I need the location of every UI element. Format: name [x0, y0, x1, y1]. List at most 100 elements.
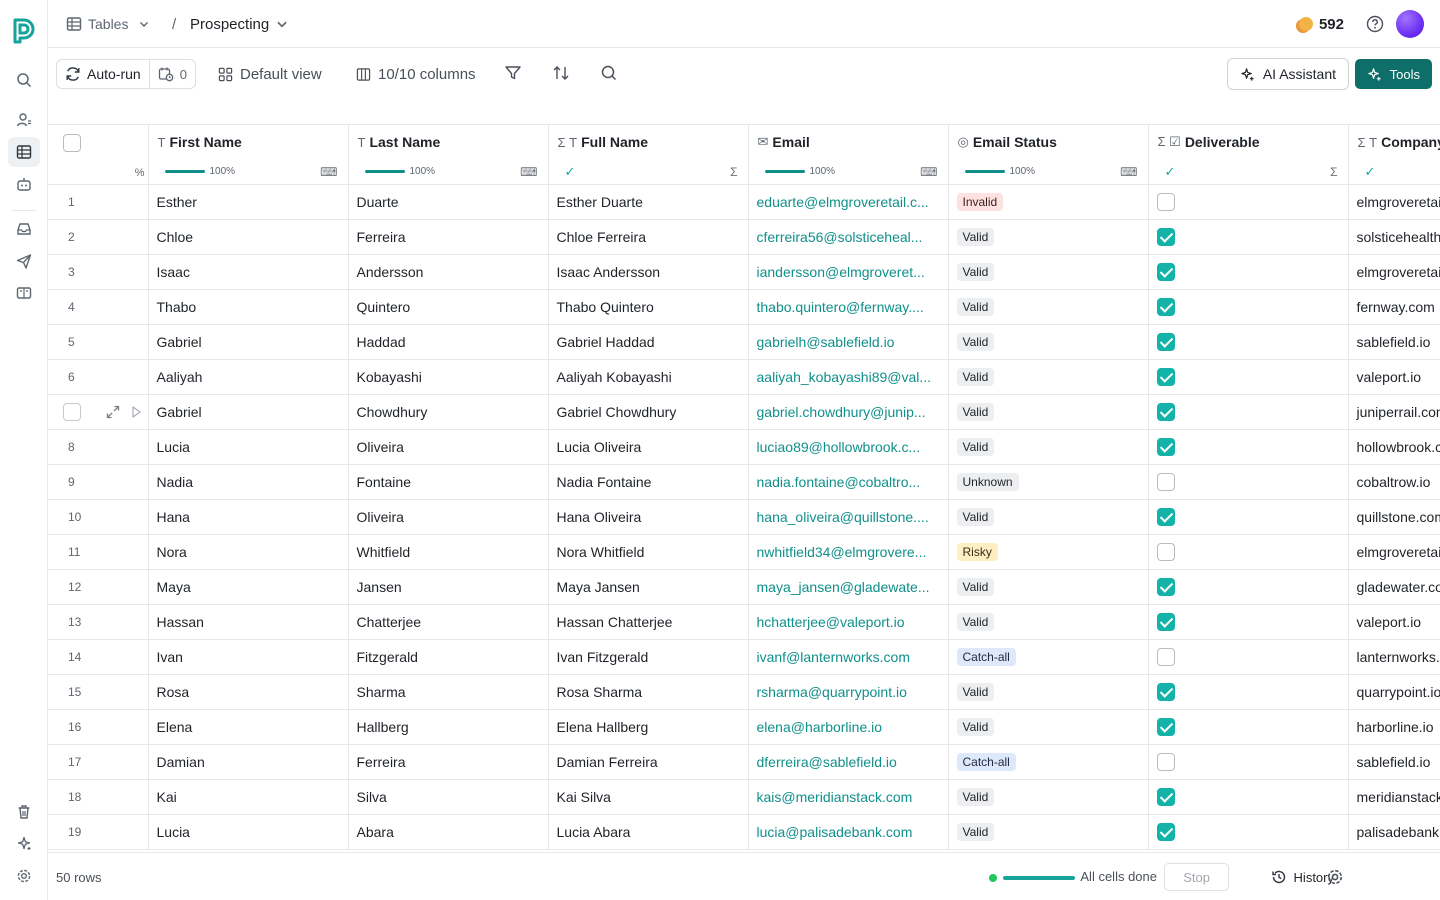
select-all-checkbox[interactable] [63, 134, 81, 152]
last-name-cell[interactable]: Quintero [348, 289, 549, 325]
email-cell[interactable]: nwhitfield34@elmgrovere... [748, 534, 949, 570]
email-status-cell[interactable]: Valid [948, 814, 1149, 850]
column-header-full-name[interactable]: Σ T Full Name ✓ Σ [548, 125, 749, 185]
email-status-cell[interactable]: Valid [948, 709, 1149, 745]
table-row[interactable]: 15 Rosa Sharma Rosa Sharma rsharma@quarrypoi… [48, 674, 1440, 710]
first-name-cell[interactable]: Nadia [148, 464, 349, 500]
full-name-cell[interactable]: Damian Ferreira [548, 744, 749, 780]
email-cell[interactable]: gabriel.chowdhury@junip... [748, 394, 949, 430]
trash-icon[interactable] [14, 802, 34, 822]
email-cell[interactable]: kais@meridianstack.com [748, 779, 949, 815]
last-name-cell[interactable]: Hallberg [348, 709, 549, 745]
first-name-cell[interactable]: Lucia [148, 429, 349, 465]
company-cell[interactable]: quillstone.com [1348, 499, 1440, 535]
formula-icon[interactable]: Σ [730, 165, 737, 179]
email-status-cell[interactable]: Valid [948, 359, 1149, 395]
first-name-cell[interactable]: Hassan [148, 604, 349, 640]
last-name-cell[interactable]: Silva [348, 779, 549, 815]
first-name-cell[interactable]: Nora [148, 534, 349, 570]
columns-selector[interactable]: 10/10 columns [356, 59, 476, 89]
settings-icon[interactable] [14, 866, 34, 886]
full-name-cell[interactable]: Nora Whitfield [548, 534, 749, 570]
email-cell[interactable]: maya_jansen@gladewate... [748, 569, 949, 605]
last-name-cell[interactable]: Jansen [348, 569, 549, 605]
avatar[interactable] [1396, 10, 1424, 38]
breadcrumb-view[interactable]: Prospecting [190, 0, 289, 48]
deliverable-checkbox[interactable] [1156, 262, 1175, 281]
email-cell[interactable]: ivanf@lanternworks.com [748, 639, 949, 675]
email-cell[interactable]: lucia@palisadebank.com [748, 814, 949, 850]
last-name-cell[interactable]: Chatterjee [348, 604, 549, 640]
run-row-icon[interactable] [130, 405, 142, 419]
full-name-cell[interactable]: Gabriel Haddad [548, 324, 749, 360]
email-status-cell[interactable]: Valid [948, 324, 1149, 360]
table-row[interactable]: 6 Aaliyah Kobayashi Aaliyah Kobayashi aaliya… [48, 359, 1440, 395]
email-status-cell[interactable]: Valid [948, 779, 1149, 815]
full-name-cell[interactable]: Rosa Sharma [548, 674, 749, 710]
search-icon[interactable] [14, 70, 34, 90]
last-name-cell[interactable]: Andersson [348, 254, 549, 290]
table-row[interactable]: 5 Gabriel Haddad Gabriel Haddad gabrielh@sab… [48, 324, 1440, 360]
company-cell[interactable]: solsticehealth.com [1348, 219, 1440, 255]
deliverable-cell[interactable] [1148, 814, 1349, 850]
deliverable-checkbox[interactable] [1156, 822, 1175, 841]
company-cell[interactable]: valeport.io [1348, 359, 1440, 395]
email-status-cell[interactable]: Invalid [948, 184, 1149, 220]
deliverable-cell[interactable] [1148, 289, 1349, 325]
deliverable-checkbox[interactable] [1156, 577, 1175, 596]
table-row[interactable]: 14 Ivan Fitzgerald Ivan Fitzgerald ivanf@lan… [48, 639, 1440, 675]
last-name-cell[interactable]: Oliveira [348, 429, 549, 465]
deliverable-cell[interactable] [1148, 674, 1349, 710]
company-cell[interactable]: hollowbrook.com [1348, 429, 1440, 465]
company-cell[interactable]: gladewater.com [1348, 569, 1440, 605]
email-status-cell[interactable]: Valid [948, 569, 1149, 605]
deliverable-checkbox[interactable] [1156, 787, 1175, 806]
deliverable-cell[interactable] [1148, 639, 1349, 675]
table-row[interactable]: 18 Kai Silva Kai Silva kais@meridianstack.co… [48, 779, 1440, 815]
column-header-first-name[interactable]: T First Name 100% ⌨ [148, 125, 349, 185]
deliverable-cell[interactable] [1148, 709, 1349, 745]
email-status-cell[interactable]: Valid [948, 429, 1149, 465]
email-status-cell[interactable]: Valid [948, 254, 1149, 290]
last-name-cell[interactable]: Ferreira [348, 744, 549, 780]
tables-icon[interactable] [8, 137, 40, 167]
tools-button[interactable]: Tools [1354, 59, 1432, 89]
ai-assistant-button[interactable]: AI Assistant [1226, 58, 1349, 90]
table-row[interactable]: 9 Nadia Fontaine Nadia Fontaine nadia.fontai… [48, 464, 1440, 500]
company-cell[interactable]: elmgroveretail.com [1348, 534, 1440, 570]
first-name-cell[interactable]: Thabo [148, 289, 349, 325]
search-icon[interactable] [599, 63, 619, 83]
email-cell[interactable]: nadia.fontaine@cobaltro... [748, 464, 949, 500]
email-status-cell[interactable]: Valid [948, 219, 1149, 255]
company-cell[interactable]: elmgroveretail.com [1348, 254, 1440, 290]
company-cell[interactable]: palisadebank.com [1348, 814, 1440, 850]
company-cell[interactable]: elmgroveretail.com [1348, 184, 1440, 220]
stop-button[interactable]: Stop [1164, 863, 1229, 891]
deliverable-cell[interactable] [1148, 464, 1349, 500]
company-cell[interactable]: quarrypoint.io [1348, 674, 1440, 710]
email-status-cell[interactable]: Valid [948, 674, 1149, 710]
last-name-cell[interactable]: Kobayashi [348, 359, 549, 395]
deliverable-checkbox[interactable] [1156, 437, 1175, 456]
send-icon[interactable] [14, 251, 34, 271]
table-row[interactable]: 1 Esther Duarte Esther Duarte eduarte@elmgro… [48, 184, 1440, 220]
autorun-button[interactable]: Auto-run [57, 60, 149, 88]
credits-counter[interactable]: 592 [1298, 0, 1344, 48]
deliverable-cell[interactable] [1148, 534, 1349, 570]
table-row[interactable]: 3 Isaac Andersson Isaac Andersson iandersson… [48, 254, 1440, 290]
first-name-cell[interactable]: Lucia [148, 814, 349, 850]
deliverable-cell[interactable] [1148, 184, 1349, 220]
table-row[interactable]: 19 Lucia Abara Lucia Abara lucia@palisadeban… [48, 814, 1440, 850]
table-row[interactable]: 8 Lucia Oliveira Lucia Oliveira luciao89@hol… [48, 429, 1440, 465]
last-name-cell[interactable]: Sharma [348, 674, 549, 710]
first-name-cell[interactable]: Hana [148, 499, 349, 535]
deliverable-checkbox[interactable] [1156, 647, 1175, 666]
app-logo-icon[interactable] [11, 17, 37, 45]
last-name-cell[interactable]: Whitfield [348, 534, 549, 570]
first-name-cell[interactable]: Elena [148, 709, 349, 745]
keyboard-icon[interactable]: ⌨ [1120, 165, 1137, 179]
deliverable-cell[interactable] [1148, 744, 1349, 780]
last-name-cell[interactable]: Oliveira [348, 499, 549, 535]
email-status-cell[interactable]: Valid [948, 604, 1149, 640]
email-cell[interactable]: iandersson@elmgroveret... [748, 254, 949, 290]
